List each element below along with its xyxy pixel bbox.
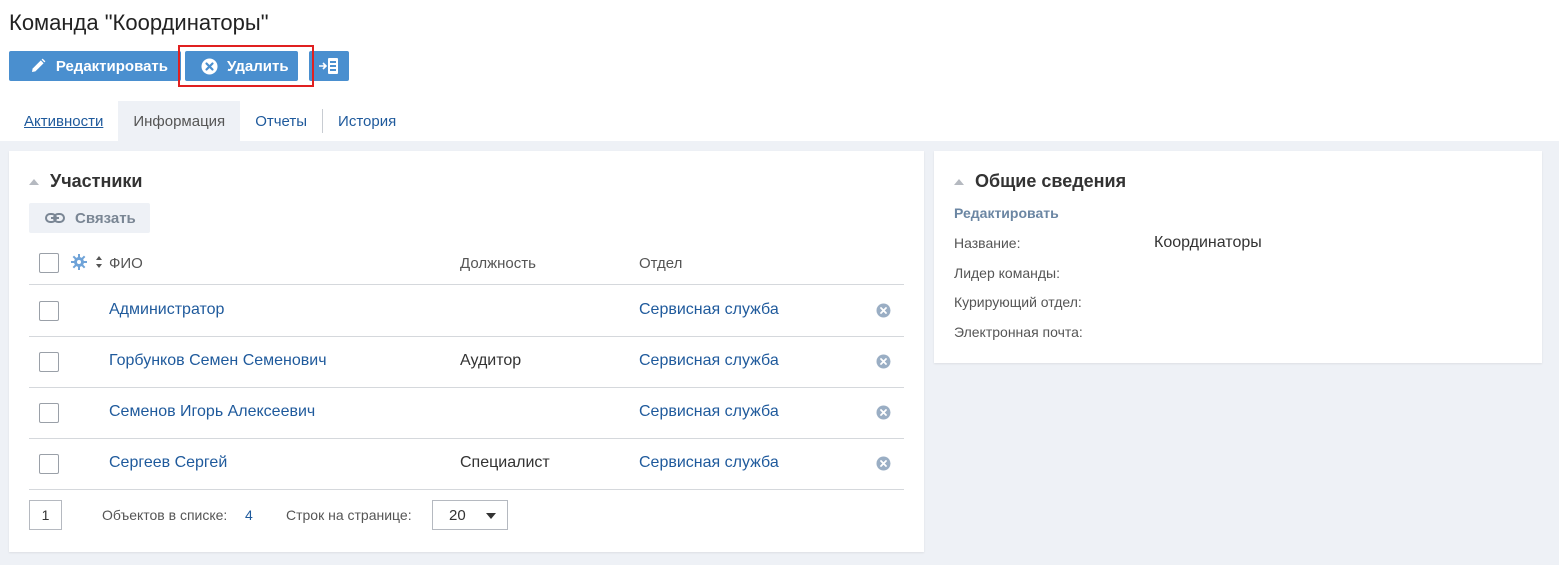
member-name-link[interactable]: Администратор: [109, 301, 224, 319]
member-department-link[interactable]: Сервисная служба: [639, 301, 779, 319]
member-department-link[interactable]: Сервисная служба: [639, 403, 779, 421]
row-checkbox[interactable]: [39, 352, 59, 372]
link-button-label: Связать: [75, 209, 136, 227]
content-area: Участники Связать ФИО Должность Отдел Ад…: [0, 141, 1559, 565]
member-name-link[interactable]: Семенов Игорь Алексеевич: [109, 403, 315, 421]
select-all-checkbox[interactable]: [39, 253, 59, 273]
tab-history[interactable]: История: [323, 101, 411, 141]
object-count-label: Объектов в списке:: [102, 507, 228, 523]
toolbar: Редактировать Удалить: [9, 45, 349, 87]
chain-link-icon: [45, 212, 65, 224]
general-info-header[interactable]: Общие сведения: [954, 171, 1126, 192]
exit-icon: [318, 56, 340, 76]
table-row: Администратор Сервисная служба: [29, 286, 904, 337]
remove-row-icon[interactable]: [876, 405, 891, 425]
tab-label: История: [338, 112, 397, 130]
pagination: 1 Объектов в списке: 4 Строк на странице…: [29, 500, 904, 530]
field-label-name: Название:: [954, 235, 1021, 251]
object-count-value: 4: [245, 507, 253, 523]
row-checkbox[interactable]: [39, 301, 59, 321]
rows-per-page-select[interactable]: 20: [432, 500, 508, 530]
row-checkbox[interactable]: [39, 454, 59, 474]
field-label-team-leader: Лидер команды:: [954, 265, 1060, 281]
table-header: ФИО Должность Отдел: [29, 251, 904, 285]
chevron-down-icon: [486, 513, 496, 519]
pencil-icon: [29, 57, 47, 75]
tab-reports[interactable]: Отчеты: [240, 101, 322, 141]
members-panel: Участники Связать ФИО Должность Отдел Ад…: [9, 151, 924, 552]
tab-information[interactable]: Информация: [118, 101, 241, 141]
sort-icon[interactable]: [94, 255, 104, 273]
edit-button[interactable]: Редактировать: [9, 51, 181, 81]
remove-row-icon[interactable]: [876, 303, 891, 323]
table-row: Семенов Игорь Алексеевич Сервисная служб…: [29, 388, 904, 439]
table-row: Горбунков Семен Семенович Аудитор Сервис…: [29, 337, 904, 388]
table-row: Сергеев Сергей Специалист Сервисная служ…: [29, 439, 904, 490]
tab-bar: Активности Информация Отчеты История: [9, 101, 411, 141]
exit-button[interactable]: [309, 51, 349, 81]
column-header-position[interactable]: Должность: [460, 255, 536, 272]
tab-activities[interactable]: Активности: [9, 101, 118, 141]
page-number-button[interactable]: 1: [29, 500, 62, 530]
general-info-panel: Общие сведения Редактировать Название: К…: [934, 151, 1542, 363]
member-name-link[interactable]: Горбунков Семен Семенович: [109, 352, 327, 370]
member-department-link[interactable]: Сервисная служба: [639, 352, 779, 370]
gear-icon[interactable]: [71, 254, 87, 274]
member-position: Аудитор: [460, 352, 522, 369]
collapse-triangle-icon: [954, 178, 964, 185]
member-department-link[interactable]: Сервисная служба: [639, 454, 779, 472]
member-name-link[interactable]: Сергеев Сергей: [109, 454, 227, 472]
field-value-name: Координаторы: [1154, 234, 1262, 251]
rows-per-page-value: 20: [449, 506, 466, 524]
tab-label: Отчеты: [255, 112, 308, 130]
tab-label: Информация: [133, 112, 226, 130]
rows-per-page-label: Строк на странице:: [286, 507, 412, 523]
column-header-name[interactable]: ФИО: [109, 255, 143, 272]
remove-row-icon[interactable]: [876, 456, 891, 476]
delete-button-highlight: [178, 45, 314, 87]
general-info-title: Общие сведения: [975, 171, 1127, 191]
member-position: Специалист: [460, 454, 550, 471]
remove-row-icon[interactable]: [876, 354, 891, 374]
link-button[interactable]: Связать: [29, 203, 150, 233]
members-header[interactable]: Участники: [29, 171, 143, 192]
tab-label: Активности: [24, 112, 104, 130]
row-checkbox[interactable]: [39, 403, 59, 423]
field-label-email: Электронная почта:: [954, 324, 1083, 340]
field-label-supervising-dept: Курирующий отдел:: [954, 294, 1082, 310]
edit-info-link[interactable]: Редактировать: [954, 205, 1059, 221]
page-title: Команда "Координаторы": [9, 10, 269, 35]
members-title: Участники: [50, 171, 143, 191]
edit-button-label: Редактировать: [55, 57, 168, 75]
column-header-department[interactable]: Отдел: [639, 255, 682, 272]
collapse-triangle-icon: [29, 178, 39, 185]
